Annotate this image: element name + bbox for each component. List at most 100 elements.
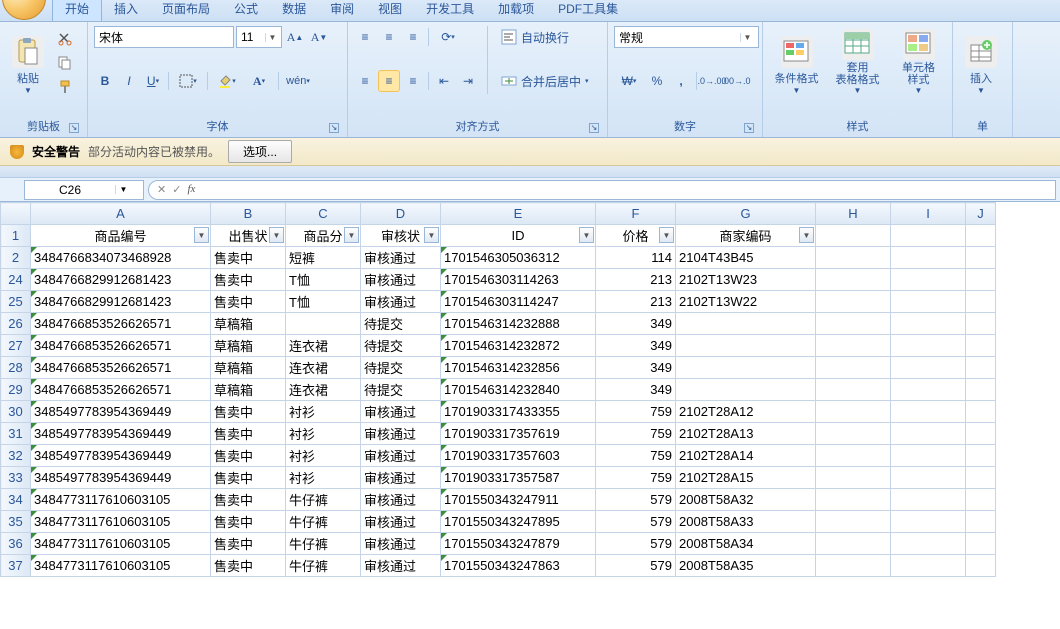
cell[interactable]: 1701903317433355	[441, 401, 596, 423]
cell[interactable]	[676, 357, 816, 379]
cell[interactable]: 3485497783954369449	[31, 467, 211, 489]
cell[interactable]	[286, 313, 361, 335]
cell[interactable]	[891, 423, 966, 445]
cell[interactable]: 售卖中	[211, 511, 286, 533]
tab-dev[interactable]: 开发工具	[414, 0, 486, 21]
row-header[interactable]: 29	[1, 379, 31, 401]
cell[interactable]	[816, 445, 891, 467]
shrink-font-button[interactable]: A▼	[308, 26, 330, 48]
cell[interactable]: 短裤	[286, 247, 361, 269]
align-bottom-button[interactable]: ≡	[402, 26, 424, 48]
row-header[interactable]: 26	[1, 313, 31, 335]
comma-button[interactable]: ,	[670, 70, 692, 92]
row-header[interactable]: 2	[1, 247, 31, 269]
cell[interactable]: 待提交	[361, 335, 441, 357]
cell[interactable]: 3485497783954369449	[31, 423, 211, 445]
cell[interactable]: 3484766853526626571	[31, 357, 211, 379]
select-all-corner[interactable]	[1, 203, 31, 225]
name-box[interactable]: ▼	[24, 180, 144, 200]
cell[interactable]: 2102T28A13	[676, 423, 816, 445]
cell[interactable]: 售卖中	[211, 269, 286, 291]
cell[interactable]: 1701550343247863	[441, 555, 596, 577]
tab-formula[interactable]: 公式	[222, 0, 270, 21]
cell[interactable]: 2008T58A32	[676, 489, 816, 511]
cell[interactable]: 牛仔裤	[286, 511, 361, 533]
cell[interactable]: 3485497783954369449	[31, 445, 211, 467]
cell[interactable]	[816, 269, 891, 291]
cell[interactable]: 349	[596, 313, 676, 335]
cell[interactable]	[816, 247, 891, 269]
cell[interactable]	[891, 467, 966, 489]
chevron-down-icon[interactable]: ▼	[115, 185, 131, 194]
cell[interactable]: 3484766829912681423	[31, 291, 211, 313]
cell[interactable]: 1701546314232840	[441, 379, 596, 401]
header-cell-B[interactable]: 出售状▼	[211, 225, 286, 247]
cell[interactable]: 579	[596, 489, 676, 511]
cell[interactable]: 售卖中	[211, 489, 286, 511]
cell[interactable]: 759	[596, 423, 676, 445]
cell[interactable]	[816, 291, 891, 313]
cell[interactable]	[816, 357, 891, 379]
cell[interactable]	[676, 379, 816, 401]
orientation-button[interactable]: ⟳▾	[433, 26, 463, 48]
col-header-C[interactable]: C	[286, 203, 361, 225]
cell[interactable]: 审核通过	[361, 489, 441, 511]
cell[interactable]: 3485497783954369449	[31, 401, 211, 423]
align-middle-button[interactable]: ≡	[378, 26, 400, 48]
cell[interactable]: 2102T28A14	[676, 445, 816, 467]
row-header[interactable]: 37	[1, 555, 31, 577]
cell[interactable]	[891, 489, 966, 511]
tab-view[interactable]: 视图	[366, 0, 414, 21]
insert-cells-button[interactable]: 插入▼	[959, 26, 1003, 98]
cell[interactable]: 售卖中	[211, 467, 286, 489]
number-format-combo[interactable]: ▼	[614, 26, 759, 48]
cell[interactable]	[816, 555, 891, 577]
cell[interactable]	[816, 313, 891, 335]
cell[interactable]: 1701546314232872	[441, 335, 596, 357]
cell[interactable]	[891, 401, 966, 423]
cell[interactable]	[966, 401, 996, 423]
cell[interactable]	[816, 467, 891, 489]
merge-center-button[interactable]: 合并后居中 ▾	[496, 70, 594, 92]
number-format-input[interactable]	[615, 27, 740, 47]
cell[interactable]: 审核通过	[361, 555, 441, 577]
italic-button[interactable]: I	[118, 70, 140, 92]
dialog-launcher-font[interactable]	[329, 123, 339, 133]
cell[interactable]	[966, 247, 996, 269]
tab-review[interactable]: 审阅	[318, 0, 366, 21]
cell[interactable]: 审核通过	[361, 401, 441, 423]
cell[interactable]: T恤	[286, 291, 361, 313]
cell[interactable]	[891, 533, 966, 555]
filter-dropdown-icon[interactable]: ▼	[799, 227, 814, 243]
percent-button[interactable]: %	[646, 70, 668, 92]
cell[interactable]: 待提交	[361, 357, 441, 379]
row-header[interactable]: 34	[1, 489, 31, 511]
col-header-H[interactable]: H	[816, 203, 891, 225]
filter-dropdown-icon[interactable]: ▼	[579, 227, 594, 243]
header-cell-A[interactable]: 商品编号▼	[31, 225, 211, 247]
chevron-down-icon[interactable]: ▼	[740, 33, 754, 42]
cell[interactable]	[966, 533, 996, 555]
dialog-launcher-align[interactable]	[589, 123, 599, 133]
font-size-combo[interactable]: ▼	[236, 26, 282, 48]
spreadsheet-grid[interactable]: ABCDEFGHIJ1商品编号▼出售状▼商品分▼审核状▼ID▼价格▼商家编码▼2…	[0, 202, 1060, 577]
cell[interactable]: 审核通过	[361, 247, 441, 269]
align-left-button[interactable]: ≡	[354, 70, 376, 92]
col-header-B[interactable]: B	[211, 203, 286, 225]
cell[interactable]: 审核通过	[361, 291, 441, 313]
cell[interactable]	[966, 467, 996, 489]
cell[interactable]: 3484773117610603105	[31, 533, 211, 555]
cell[interactable]: 213	[596, 291, 676, 313]
cell[interactable]	[891, 269, 966, 291]
cell[interactable]	[966, 269, 996, 291]
font-color-button[interactable]: A▾	[244, 70, 274, 92]
cell[interactable]: 579	[596, 511, 676, 533]
phonetic-button[interactable]: wén▾	[283, 70, 313, 92]
cell[interactable]: 579	[596, 533, 676, 555]
cell[interactable]: 售卖中	[211, 555, 286, 577]
filter-dropdown-icon[interactable]: ▼	[424, 227, 439, 243]
row-header[interactable]: 33	[1, 467, 31, 489]
cell[interactable]: 349	[596, 379, 676, 401]
cell[interactable]: 售卖中	[211, 247, 286, 269]
cell[interactable]: 审核通过	[361, 269, 441, 291]
